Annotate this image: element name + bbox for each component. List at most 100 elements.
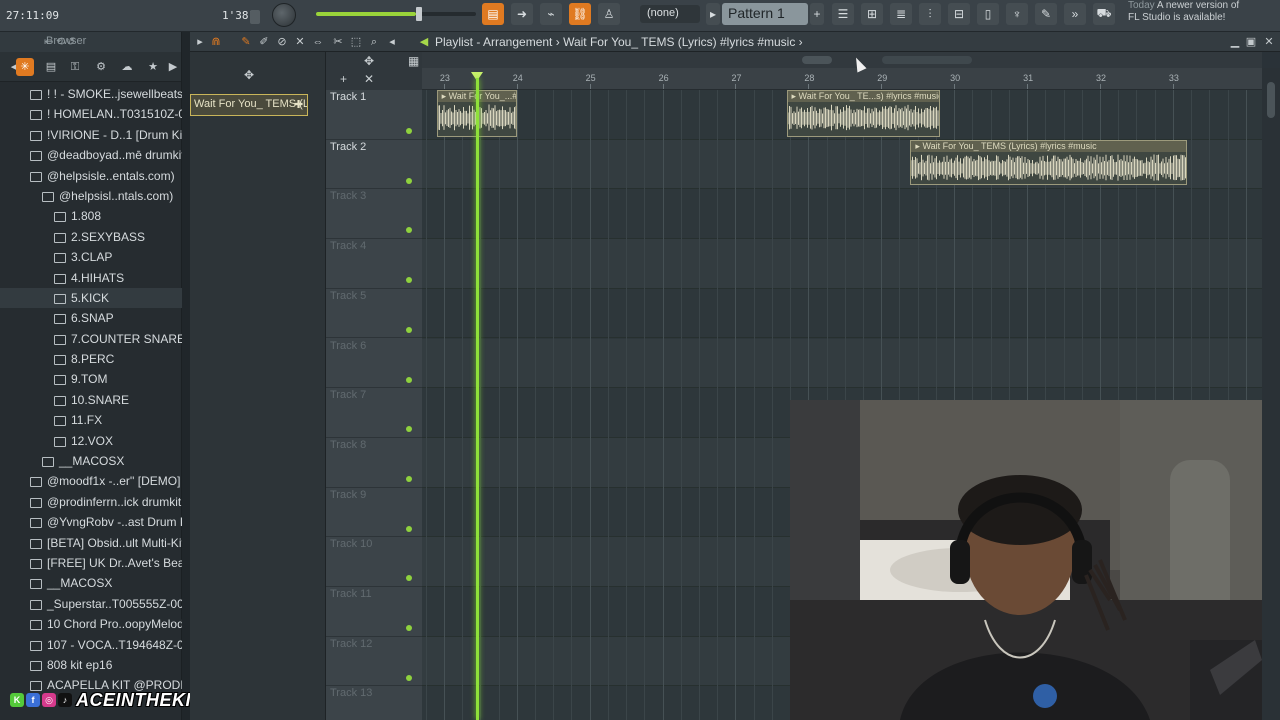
track-header[interactable]: Track 12 xyxy=(326,637,422,687)
browser-item[interactable]: 808 kit ep16 xyxy=(0,655,182,675)
track-header[interactable]: Track 11 xyxy=(326,587,422,637)
master-volume-thumb[interactable] xyxy=(416,7,422,21)
track-header[interactable]: Track 10 xyxy=(326,537,422,587)
track-mute-led[interactable] xyxy=(406,674,412,681)
recording-icon-button[interactable]: ▤ xyxy=(482,3,504,25)
browser-menu-icon[interactable]: ⇤ xyxy=(44,35,53,48)
slip-icon[interactable]: ⇔ xyxy=(310,34,326,50)
track-header[interactable]: Track 8 xyxy=(326,438,422,488)
browser-item[interactable]: 1.808 xyxy=(0,206,182,226)
track-mute-led[interactable] xyxy=(406,475,412,482)
grid-icon[interactable]: ▦ xyxy=(408,54,419,68)
browser-item[interactable]: ! HOMELAN..T031510Z-001 xyxy=(0,104,182,124)
track-header[interactable]: Track 9 xyxy=(326,488,422,538)
browser-item[interactable]: 6.SNAP xyxy=(0,308,182,328)
browser-item[interactable]: 11.FX xyxy=(0,410,182,430)
horizontal-scrollbar[interactable] xyxy=(422,52,1262,68)
browser-item[interactable]: 9.TOM xyxy=(0,369,182,389)
minimize-icon[interactable]: ▁ xyxy=(1228,34,1242,50)
picker-audio-clip[interactable]: Wait For You_ TEMS (Lyrics) #lyrics #mus… xyxy=(190,94,308,116)
magnet-icon[interactable]: ⋒ xyxy=(208,34,224,50)
track-header[interactable]: Track 7 xyxy=(326,388,422,438)
slice-icon[interactable]: ✂ xyxy=(330,34,346,50)
track-header[interactable]: Track 13 xyxy=(326,686,422,720)
pattern-selector[interactable]: Pattern 1 xyxy=(722,3,808,25)
browser-item[interactable]: 107 - VOCA..T194648Z-001 xyxy=(0,635,182,655)
browser-next-icon[interactable]: ▶ xyxy=(164,58,182,76)
clip-menu-icon[interactable]: ▸ xyxy=(442,91,449,101)
track-header[interactable]: Track 2 xyxy=(326,140,422,190)
track-mute-led[interactable] xyxy=(406,128,412,134)
step-edit-button[interactable]: ➜ xyxy=(511,3,533,25)
browser-button[interactable]: ⊟ xyxy=(948,3,970,25)
track-mute-led[interactable] xyxy=(406,376,412,383)
paint-icon[interactable]: ✐ xyxy=(256,34,272,50)
online-button[interactable]: » xyxy=(1064,3,1086,25)
track-mute-led[interactable] xyxy=(406,575,412,582)
move-icon[interactable]: ✥ xyxy=(364,54,374,68)
track-mute-led[interactable] xyxy=(406,227,412,234)
browser-cloud-icon[interactable]: ☁ xyxy=(118,58,136,76)
track-header[interactable]: Track 1 xyxy=(326,90,422,140)
browser-all-button[interactable]: ✳ xyxy=(16,58,34,76)
vertical-scroll-thumb[interactable] xyxy=(1267,82,1275,118)
browser-files-icon[interactable]: ▤ xyxy=(42,58,60,76)
browser-resize-strip[interactable] xyxy=(182,32,190,720)
horizontal-scroll-thumb[interactable] xyxy=(802,56,832,64)
pencil-icon[interactable]: ✎ xyxy=(238,34,254,50)
tools-button[interactable]: ✎ xyxy=(1035,3,1057,25)
browser-item[interactable]: __MACOSX xyxy=(0,451,182,471)
track-header[interactable]: Track 4 xyxy=(326,239,422,289)
mixer-button[interactable]: ⫶ xyxy=(919,3,941,25)
browser-item[interactable]: __MACOSX xyxy=(0,573,182,593)
browser-item[interactable]: @moodf1x -..er'' [DEMO] xyxy=(0,471,182,491)
maximize-icon[interactable]: ▣ xyxy=(1244,34,1258,50)
pattern-prev-button[interactable]: ▸ xyxy=(706,3,720,25)
timeline-ruler[interactable]: 23 24 25 26 27 28 29 30 31 32 33 xyxy=(422,68,1262,90)
zoom-bar[interactable] xyxy=(882,56,972,64)
track-header[interactable]: Track 5 xyxy=(326,289,422,339)
master-pitch-knob[interactable] xyxy=(272,3,296,27)
select-icon[interactable]: ⬚ xyxy=(348,34,364,50)
browser-item[interactable]: [FREE] UK Dr..Avet's Beats xyxy=(0,553,182,573)
track-header[interactable]: Track 6 xyxy=(326,339,422,389)
picker-move-icon[interactable]: ✥ xyxy=(244,68,254,82)
browser-item[interactable]: 10 Chord Pro..oopyMelody xyxy=(0,614,182,634)
track-header[interactable]: Track 3 xyxy=(326,189,422,240)
track-mute-led[interactable] xyxy=(406,426,412,433)
channel-rack-button[interactable]: ≣ xyxy=(890,3,912,25)
browser-star-icon[interactable]: ★ xyxy=(144,58,162,76)
speaker-icon[interactable]: ◂ xyxy=(384,34,400,50)
vertical-scrollbar[interactable] xyxy=(1262,68,1280,720)
master-volume-slider[interactable] xyxy=(316,7,476,21)
close-icon[interactable]: ✕ xyxy=(1262,34,1276,50)
browser-item[interactable]: 3.CLAP xyxy=(0,247,182,267)
browser-item[interactable]: _Superstar..T005555Z-001 xyxy=(0,594,182,614)
project-button[interactable]: ▯ xyxy=(977,3,999,25)
delete-icon[interactable]: ⊘ xyxy=(274,34,290,50)
add-pattern-button[interactable]: + xyxy=(810,3,824,25)
browser-item[interactable]: @deadboyad..mē drumkit xyxy=(0,145,182,165)
clip-menu-icon[interactable]: ▸ xyxy=(792,91,799,101)
track-mute-led[interactable] xyxy=(406,177,412,184)
playlist-menu-icon[interactable]: ▸ xyxy=(192,34,208,50)
store-button[interactable]: ⛟ xyxy=(1093,3,1115,25)
audio-clip[interactable]: ▸ Wait For You_ TE...s) #lyrics #music xyxy=(786,90,940,137)
browser-back-icon[interactable]: ⟲ xyxy=(56,35,65,48)
zoom-icon[interactable]: ⌕ xyxy=(366,34,382,50)
track-mute-led[interactable] xyxy=(406,277,412,284)
add-track-icon[interactable]: + xyxy=(340,72,347,86)
remove-track-icon[interactable]: ✕ xyxy=(364,72,374,86)
browser-item[interactable]: 4.HIHATS xyxy=(0,268,182,288)
piano-roll-button[interactable]: ⊞ xyxy=(861,3,883,25)
browser-item[interactable]: 8.PERC xyxy=(0,349,182,369)
browser-item[interactable]: @helpsisl..ntals.com) xyxy=(0,186,182,206)
snap-selector[interactable]: (none) xyxy=(640,5,700,23)
browser-item[interactable]: @helpsisle..entals.com) xyxy=(0,166,182,186)
track-mute-led[interactable] xyxy=(406,326,412,333)
browser-item[interactable]: 10.SNARE xyxy=(0,390,182,410)
browser-item[interactable]: 7.COUNTER SNARE xyxy=(0,329,182,349)
browser-item[interactable]: [BETA] Obsid..ult Multi-Kit xyxy=(0,533,182,553)
metronome-button[interactable]: ♙ xyxy=(598,3,620,25)
track-mute-led[interactable] xyxy=(406,525,412,532)
